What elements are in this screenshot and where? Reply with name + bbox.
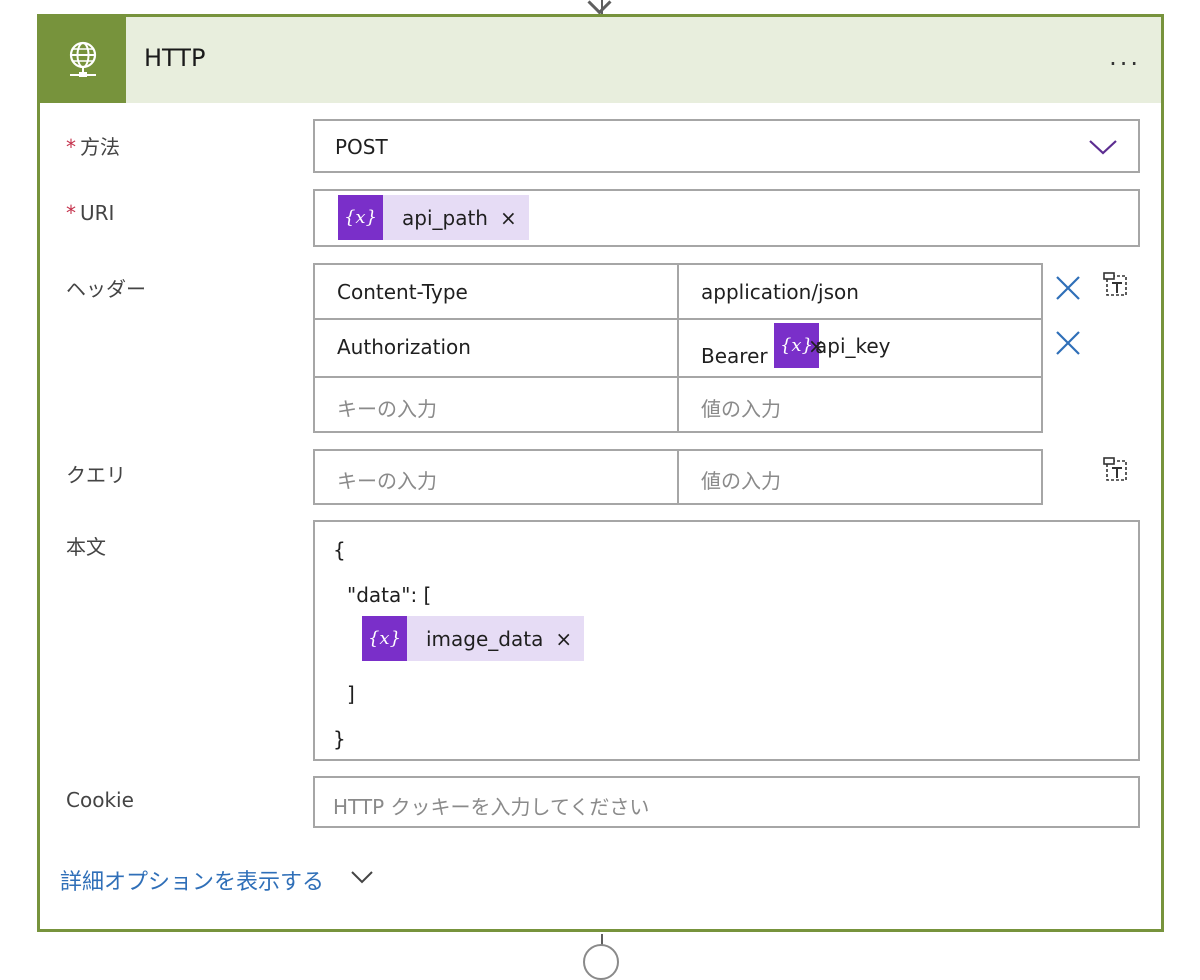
header-key-input[interactable]: Content-Type (313, 263, 679, 320)
required-mark: * (66, 135, 76, 159)
cookie-input[interactable]: HTTP クッキーを入力してください (313, 776, 1140, 828)
add-step-button[interactable] (583, 944, 619, 980)
chevron-down-icon[interactable] (350, 869, 374, 885)
variable-icon: {x} (362, 616, 407, 661)
uri-label: * URI (66, 201, 114, 225)
header-value-value: application/json (701, 280, 859, 304)
header-key-input[interactable]: キーの入力 (313, 376, 679, 433)
text-mode-icon[interactable] (1103, 272, 1129, 298)
bearer-prefix: Bearer (701, 344, 768, 368)
header-key-value: Authorization (337, 335, 471, 359)
method-label: * 方法 (66, 131, 120, 160)
value-placeholder: 値の入力 (701, 397, 781, 421)
required-mark: * (66, 201, 76, 225)
dynamic-content-token[interactable]: {x} image_data × (362, 616, 585, 661)
query-label: クエリ (66, 463, 126, 487)
card-header[interactable]: HTTP ... (40, 17, 1161, 103)
method-label-text: 方法 (80, 135, 120, 159)
uri-label-text: URI (80, 201, 115, 225)
dynamic-content-token[interactable]: {x} api_key × (774, 323, 891, 368)
header-value-input[interactable]: 値の入力 (677, 376, 1043, 433)
cookie-label: Cookie (66, 788, 134, 812)
http-icon-box (40, 17, 126, 103)
body-line: "data": [ (347, 583, 432, 607)
globe-icon (69, 41, 97, 77)
body-line: } (333, 727, 346, 751)
key-placeholder: キーの入力 (337, 397, 437, 421)
query-key-input[interactable]: キーの入力 (313, 449, 679, 505)
remove-token-button[interactable]: × (555, 627, 572, 651)
body-label: 本文 (66, 535, 106, 559)
header-value-input[interactable]: Bearer {x} api_key × (677, 318, 1043, 378)
dynamic-content-token[interactable]: {x} api_path × (338, 195, 529, 240)
chevron-down-icon (1089, 140, 1117, 155)
method-select[interactable]: POST (313, 119, 1140, 173)
header-value-input[interactable]: application/json (677, 263, 1043, 320)
flow-arrow-icon (587, 0, 612, 15)
body-input[interactable]: { "data": [ {x} image_data × ] } (313, 520, 1140, 761)
query-value-input[interactable]: 値の入力 (677, 449, 1043, 505)
body-line: { (333, 538, 346, 562)
value-placeholder: 値の入力 (701, 469, 781, 493)
show-advanced-options-link[interactable]: 詳細オプションを表示する (60, 864, 324, 896)
text-mode-icon[interactable] (1103, 457, 1129, 483)
cookie-placeholder: HTTP クッキーを入力してください (333, 795, 650, 819)
key-placeholder: キーの入力 (337, 469, 437, 493)
more-options-button[interactable]: ... (1109, 43, 1141, 71)
remove-token-button[interactable]: × (808, 334, 825, 358)
token-label: image_data (426, 626, 544, 651)
header-key-input[interactable]: Authorization (313, 318, 679, 378)
delete-row-icon[interactable] (1054, 274, 1082, 302)
card-title: HTTP (144, 44, 206, 72)
header-key-value: Content-Type (337, 280, 468, 304)
token-label: api_path (402, 205, 488, 230)
body-line: ] (347, 682, 355, 706)
headers-label: ヘッダー (66, 277, 146, 301)
delete-row-icon[interactable] (1054, 329, 1082, 357)
http-action-card: HTTP ... * 方法 POST * URI {x} api_path × ヘッ… (37, 14, 1164, 932)
remove-token-button[interactable]: × (500, 206, 517, 230)
method-value: POST (335, 135, 388, 159)
variable-icon: {x} (338, 195, 383, 240)
token-label: api_key (815, 333, 891, 358)
uri-input[interactable]: {x} api_path × (313, 189, 1140, 247)
